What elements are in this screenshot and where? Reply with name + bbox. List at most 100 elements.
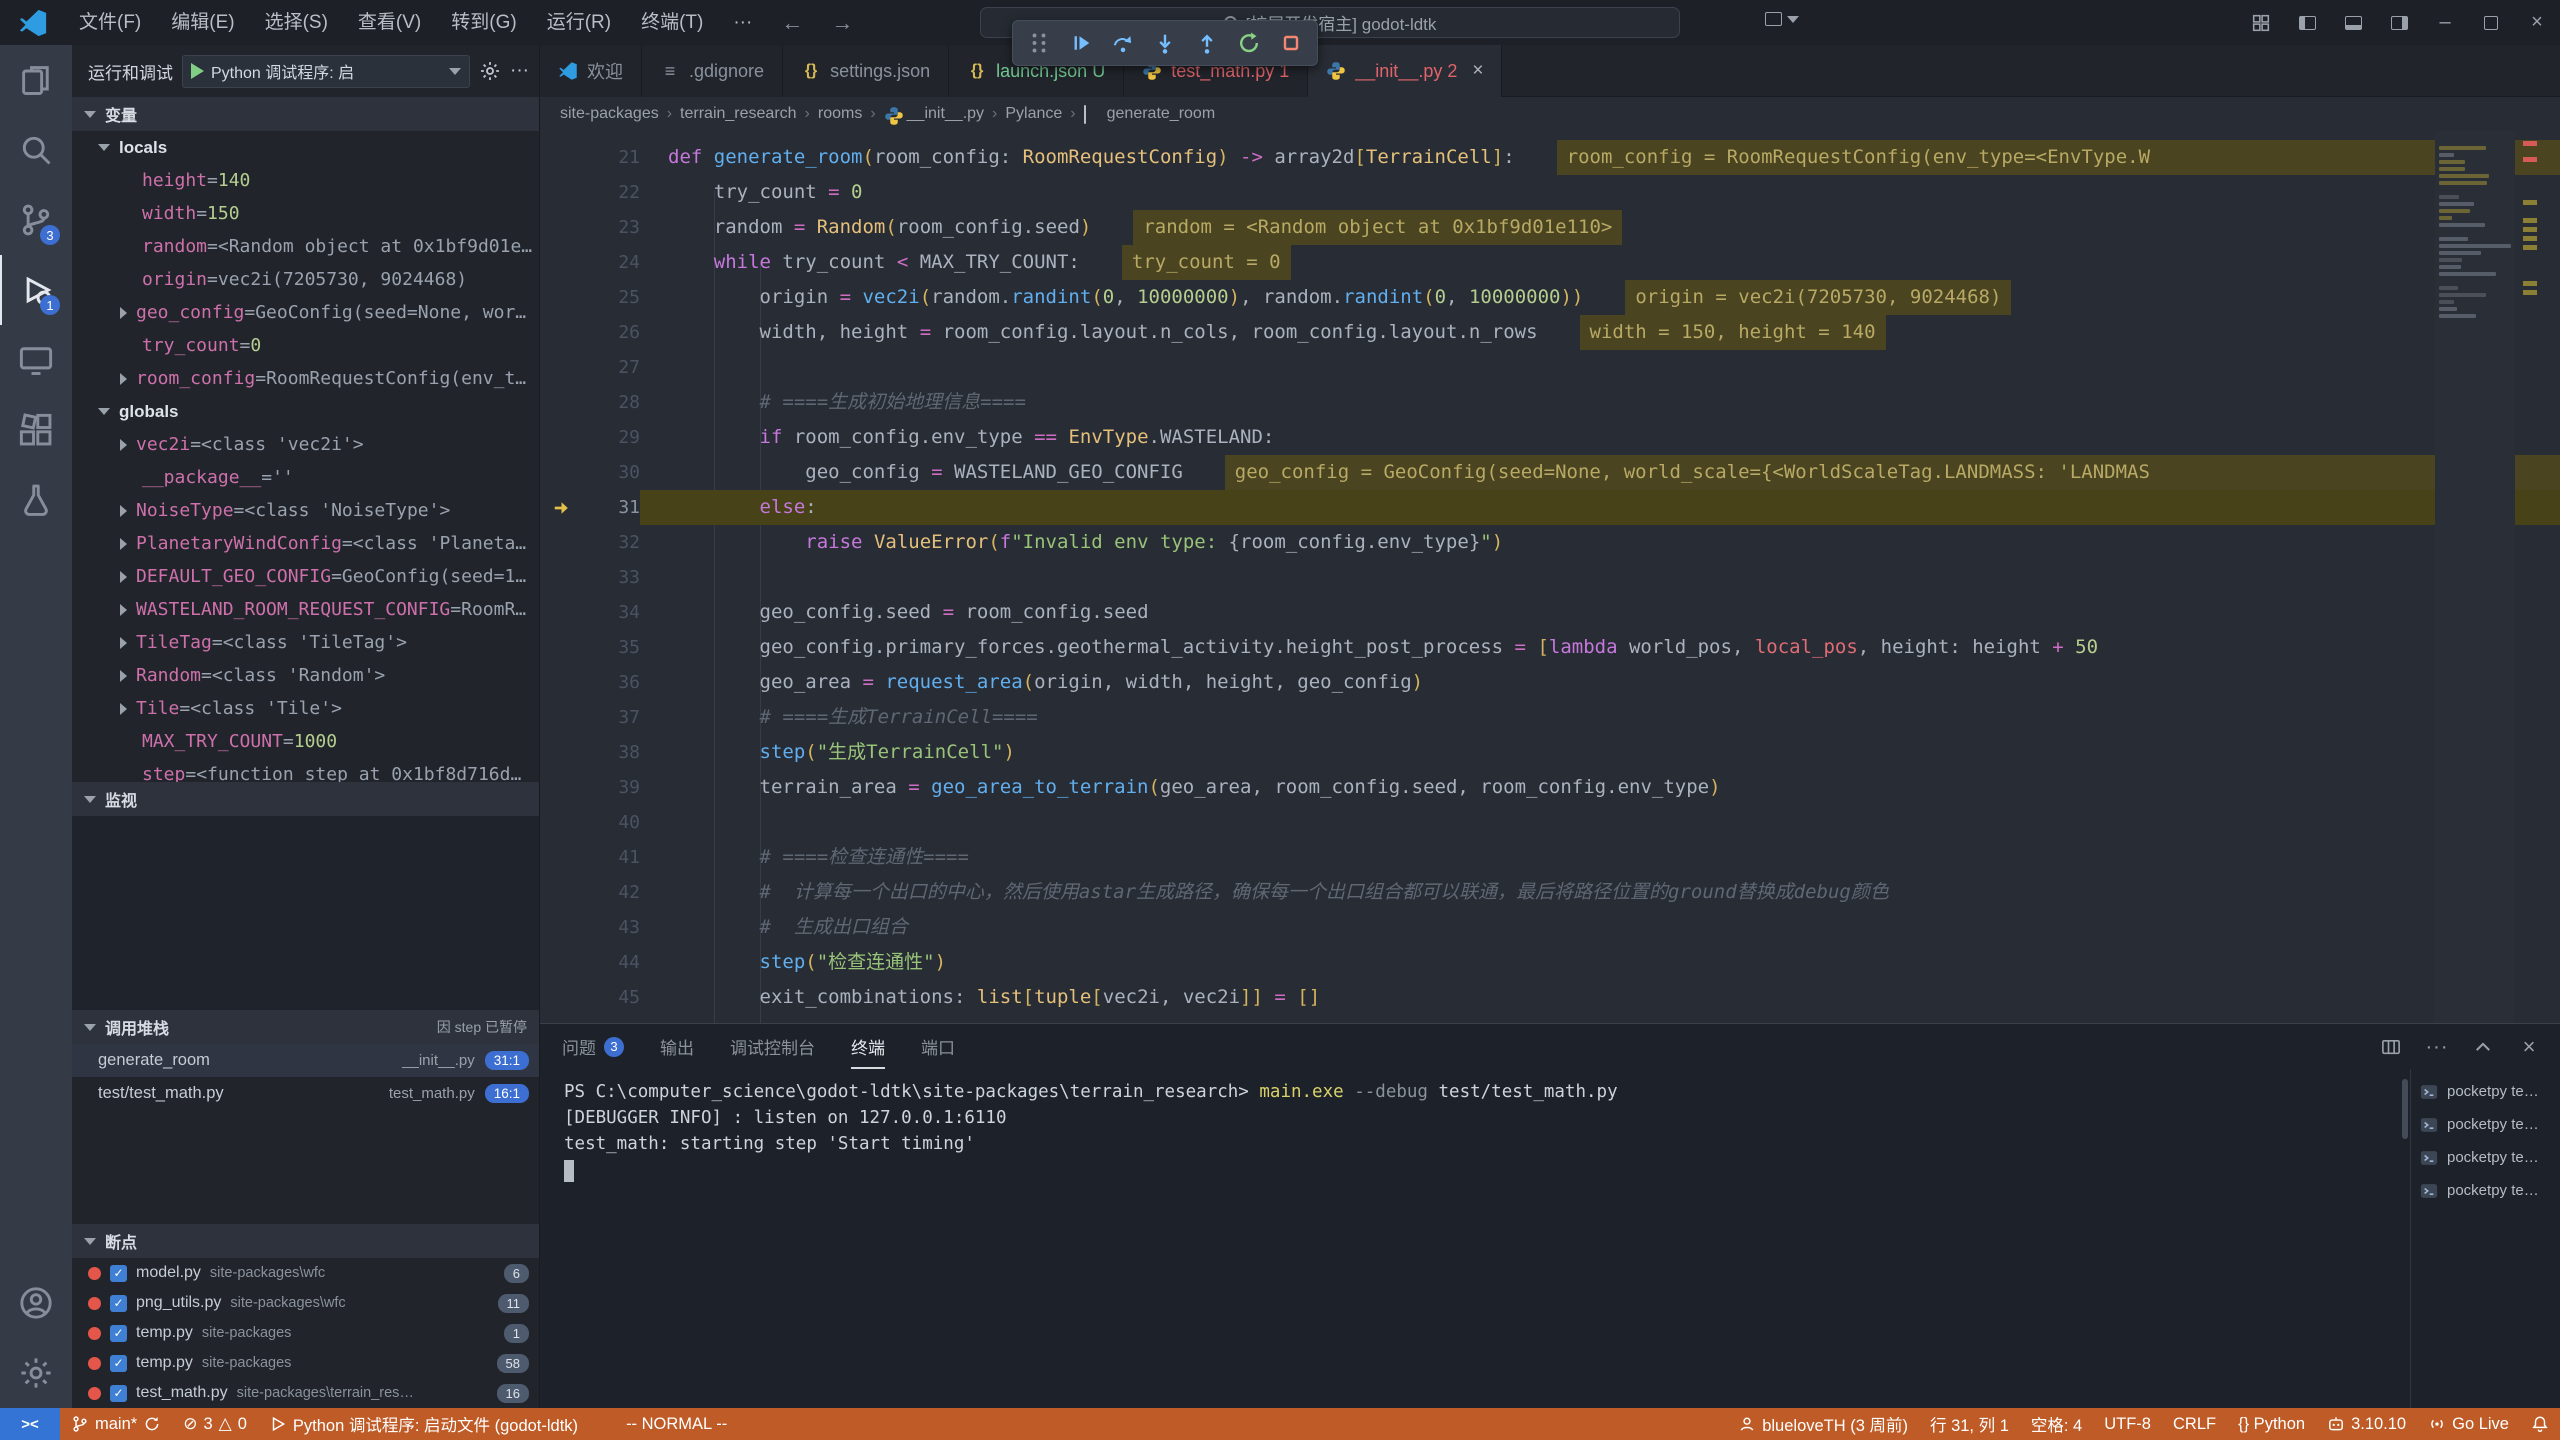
variable-row[interactable]: __package__ = '' bbox=[72, 461, 539, 494]
statusbar-encoding[interactable]: UTF-8 bbox=[2093, 1408, 2162, 1440]
menu-item-选择(S)[interactable]: 选择(S) bbox=[250, 0, 343, 45]
variable-row[interactable]: Tile = <class 'Tile'> bbox=[72, 692, 539, 725]
variable-row[interactable]: MAX_TRY_COUNT = 1000 bbox=[72, 725, 539, 758]
variable-row[interactable]: try_count = 0 bbox=[72, 329, 539, 362]
layout-control[interactable] bbox=[1765, 12, 1799, 26]
scope-row-globals[interactable]: globals bbox=[72, 395, 539, 428]
gutter-glyph[interactable] bbox=[540, 385, 586, 420]
gutter-glyph[interactable] bbox=[540, 560, 586, 595]
variable-row[interactable]: step = <function step at 0x1bf8d716d… bbox=[72, 758, 539, 782]
back-icon[interactable]: ← bbox=[767, 10, 817, 36]
code-editor[interactable]: 2021def generate_room(room_config: RoomR… bbox=[540, 131, 2560, 1023]
panel-views-icon[interactable] bbox=[2376, 1032, 2406, 1062]
activity-search[interactable] bbox=[0, 115, 72, 185]
gutter-glyph[interactable] bbox=[540, 280, 586, 315]
gutter-glyph[interactable] bbox=[540, 315, 586, 350]
breakpoint-row[interactable]: ✓test_math.pysite-packages\terrain_res…1… bbox=[72, 1378, 539, 1408]
panel-tab-问题[interactable]: 问题3 bbox=[562, 1024, 624, 1069]
breakpoint-checkbox[interactable]: ✓ bbox=[110, 1265, 127, 1282]
statusbar-go-live[interactable]: Go Live bbox=[2417, 1408, 2520, 1440]
callstack-section-header[interactable]: 调用堆栈 因 step 已暂停 bbox=[72, 1010, 539, 1044]
statusbar-vim-mode[interactable]: -- NORMAL -- bbox=[615, 1408, 738, 1440]
statusbar-notifications[interactable] bbox=[2520, 1408, 2560, 1440]
stop-button[interactable] bbox=[1273, 25, 1309, 61]
gutter-glyph[interactable] bbox=[540, 700, 586, 735]
more-icon[interactable]: ··· bbox=[2422, 1032, 2452, 1062]
activity-settings[interactable] bbox=[0, 1338, 72, 1408]
stack-frame[interactable]: test/test_math.pytest_math.py16:1 bbox=[72, 1077, 539, 1110]
debug-settings-gear-icon[interactable] bbox=[479, 60, 501, 82]
terminal-instance[interactable]: pocketpy te… bbox=[2411, 1141, 2560, 1174]
gutter-glyph[interactable] bbox=[540, 630, 586, 665]
variable-row[interactable]: WASTELAND_ROOM_REQUEST_CONFIG = RoomR… bbox=[72, 593, 539, 626]
gutter-glyph[interactable] bbox=[540, 910, 586, 945]
terminal-scrollbar[interactable] bbox=[2402, 1079, 2408, 1139]
tab-.gdignore[interactable]: ≡.gdignore bbox=[642, 45, 783, 97]
activity-account[interactable] bbox=[0, 1268, 72, 1338]
breakpoint-row[interactable]: ✓model.pysite-packages\wfc6 bbox=[72, 1258, 539, 1288]
menu-item-终端(T)[interactable]: 终端(T) bbox=[626, 0, 718, 45]
activity-run-debug[interactable]: 1 bbox=[0, 255, 72, 325]
close-panel-icon[interactable]: × bbox=[2514, 1032, 2544, 1062]
menu-item-编辑(E)[interactable]: 编辑(E) bbox=[156, 0, 249, 45]
maximize-panel-icon[interactable] bbox=[2468, 1032, 2498, 1062]
statusbar-remote-indicator[interactable]: >< bbox=[0, 1408, 60, 1440]
panel-tab-端口[interactable]: 端口 bbox=[921, 1024, 955, 1069]
gutter-glyph[interactable] bbox=[540, 350, 586, 385]
variable-row[interactable]: TileTag = <class 'TileTag'> bbox=[72, 626, 539, 659]
overview-ruler[interactable] bbox=[2515, 131, 2560, 1023]
variable-row[interactable]: random = <Random object at 0x1bf9d01e… bbox=[72, 230, 539, 263]
panel-tab-输出[interactable]: 输出 bbox=[660, 1024, 694, 1069]
activity-files[interactable] bbox=[0, 45, 72, 115]
menu-item-运行(R)[interactable]: 运行(R) bbox=[532, 0, 626, 45]
activity-source-control[interactable]: 3 bbox=[0, 185, 72, 255]
statusbar-python-version[interactable]: 3.10.10 bbox=[2316, 1408, 2417, 1440]
variables-section-header[interactable]: 变量 bbox=[72, 97, 539, 131]
breakpoint-row[interactable]: ✓temp.pysite-packages1 bbox=[72, 1318, 539, 1348]
minimap[interactable] bbox=[2435, 131, 2515, 1023]
tab-settings.json[interactable]: {}settings.json bbox=[783, 45, 949, 97]
terminal-instance[interactable]: pocketpy te… bbox=[2411, 1108, 2560, 1141]
activity-testing[interactable] bbox=[0, 465, 72, 535]
panel-tab-调试控制台[interactable]: 调试控制台 bbox=[730, 1024, 815, 1069]
statusbar-eol[interactable]: CRLF bbox=[2162, 1408, 2227, 1440]
toggle-secondary-sidebar-icon[interactable] bbox=[2376, 0, 2422, 45]
variable-row[interactable]: width = 150 bbox=[72, 197, 539, 230]
gutter-glyph[interactable] bbox=[540, 420, 586, 455]
close-window-button[interactable]: × bbox=[2514, 0, 2560, 45]
customize-layout-icon[interactable] bbox=[2238, 0, 2284, 45]
gutter-glyph[interactable] bbox=[540, 210, 586, 245]
statusbar-branch[interactable]: main* bbox=[60, 1408, 172, 1440]
tab-欢迎[interactable]: 欢迎 bbox=[540, 45, 642, 97]
toggle-panel-icon[interactable] bbox=[2330, 0, 2376, 45]
step-into-button[interactable] bbox=[1147, 25, 1183, 61]
breakpoint-checkbox[interactable]: ✓ bbox=[110, 1325, 127, 1342]
gutter-glyph[interactable] bbox=[540, 735, 586, 770]
variable-row[interactable]: Random = <class 'Random'> bbox=[72, 659, 539, 692]
breadcrumb-item[interactable]: __init__.py bbox=[884, 105, 984, 123]
panel-tab-终端[interactable]: 终端 bbox=[851, 1024, 885, 1069]
step-over-button[interactable] bbox=[1105, 25, 1141, 61]
drag-handle-button[interactable] bbox=[1021, 25, 1057, 61]
scope-row-locals[interactable]: locals bbox=[72, 131, 539, 164]
variable-row[interactable]: vec2i = <class 'vec2i'> bbox=[72, 428, 539, 461]
debug-config-dropdown[interactable]: Python 调试程序: 启 bbox=[182, 55, 470, 88]
gutter-glyph[interactable] bbox=[540, 245, 586, 280]
current-line-arrow-icon[interactable] bbox=[540, 490, 586, 525]
breadcrumb-item[interactable]: generate_room bbox=[1084, 105, 1216, 123]
gutter-glyph[interactable] bbox=[540, 595, 586, 630]
breadcrumb[interactable]: site-packages›terrain_research›rooms›__i… bbox=[540, 97, 2560, 131]
gutter-glyph[interactable] bbox=[540, 525, 586, 560]
statusbar-git-blame[interactable]: blueloveTH (3 周前) bbox=[1727, 1408, 1919, 1440]
gutter-glyph[interactable] bbox=[540, 131, 586, 140]
breakpoint-checkbox[interactable]: ✓ bbox=[110, 1295, 127, 1312]
more-actions-icon[interactable]: ··· bbox=[510, 60, 529, 82]
menu-item-转到(G)[interactable]: 转到(G) bbox=[436, 0, 531, 45]
breakpoints-section-header[interactable]: 断点 bbox=[72, 1224, 539, 1258]
statusbar-indentation[interactable]: 空格: 4 bbox=[2020, 1408, 2093, 1440]
statusbar-debug-config[interactable]: Python 调试程序: 启动文件 (godot-ldtk) bbox=[258, 1408, 589, 1440]
maximize-button[interactable] bbox=[2468, 0, 2514, 45]
gutter-glyph[interactable] bbox=[540, 980, 586, 1015]
breadcrumb-item[interactable]: terrain_research bbox=[680, 105, 797, 123]
restart-button[interactable] bbox=[1231, 25, 1267, 61]
